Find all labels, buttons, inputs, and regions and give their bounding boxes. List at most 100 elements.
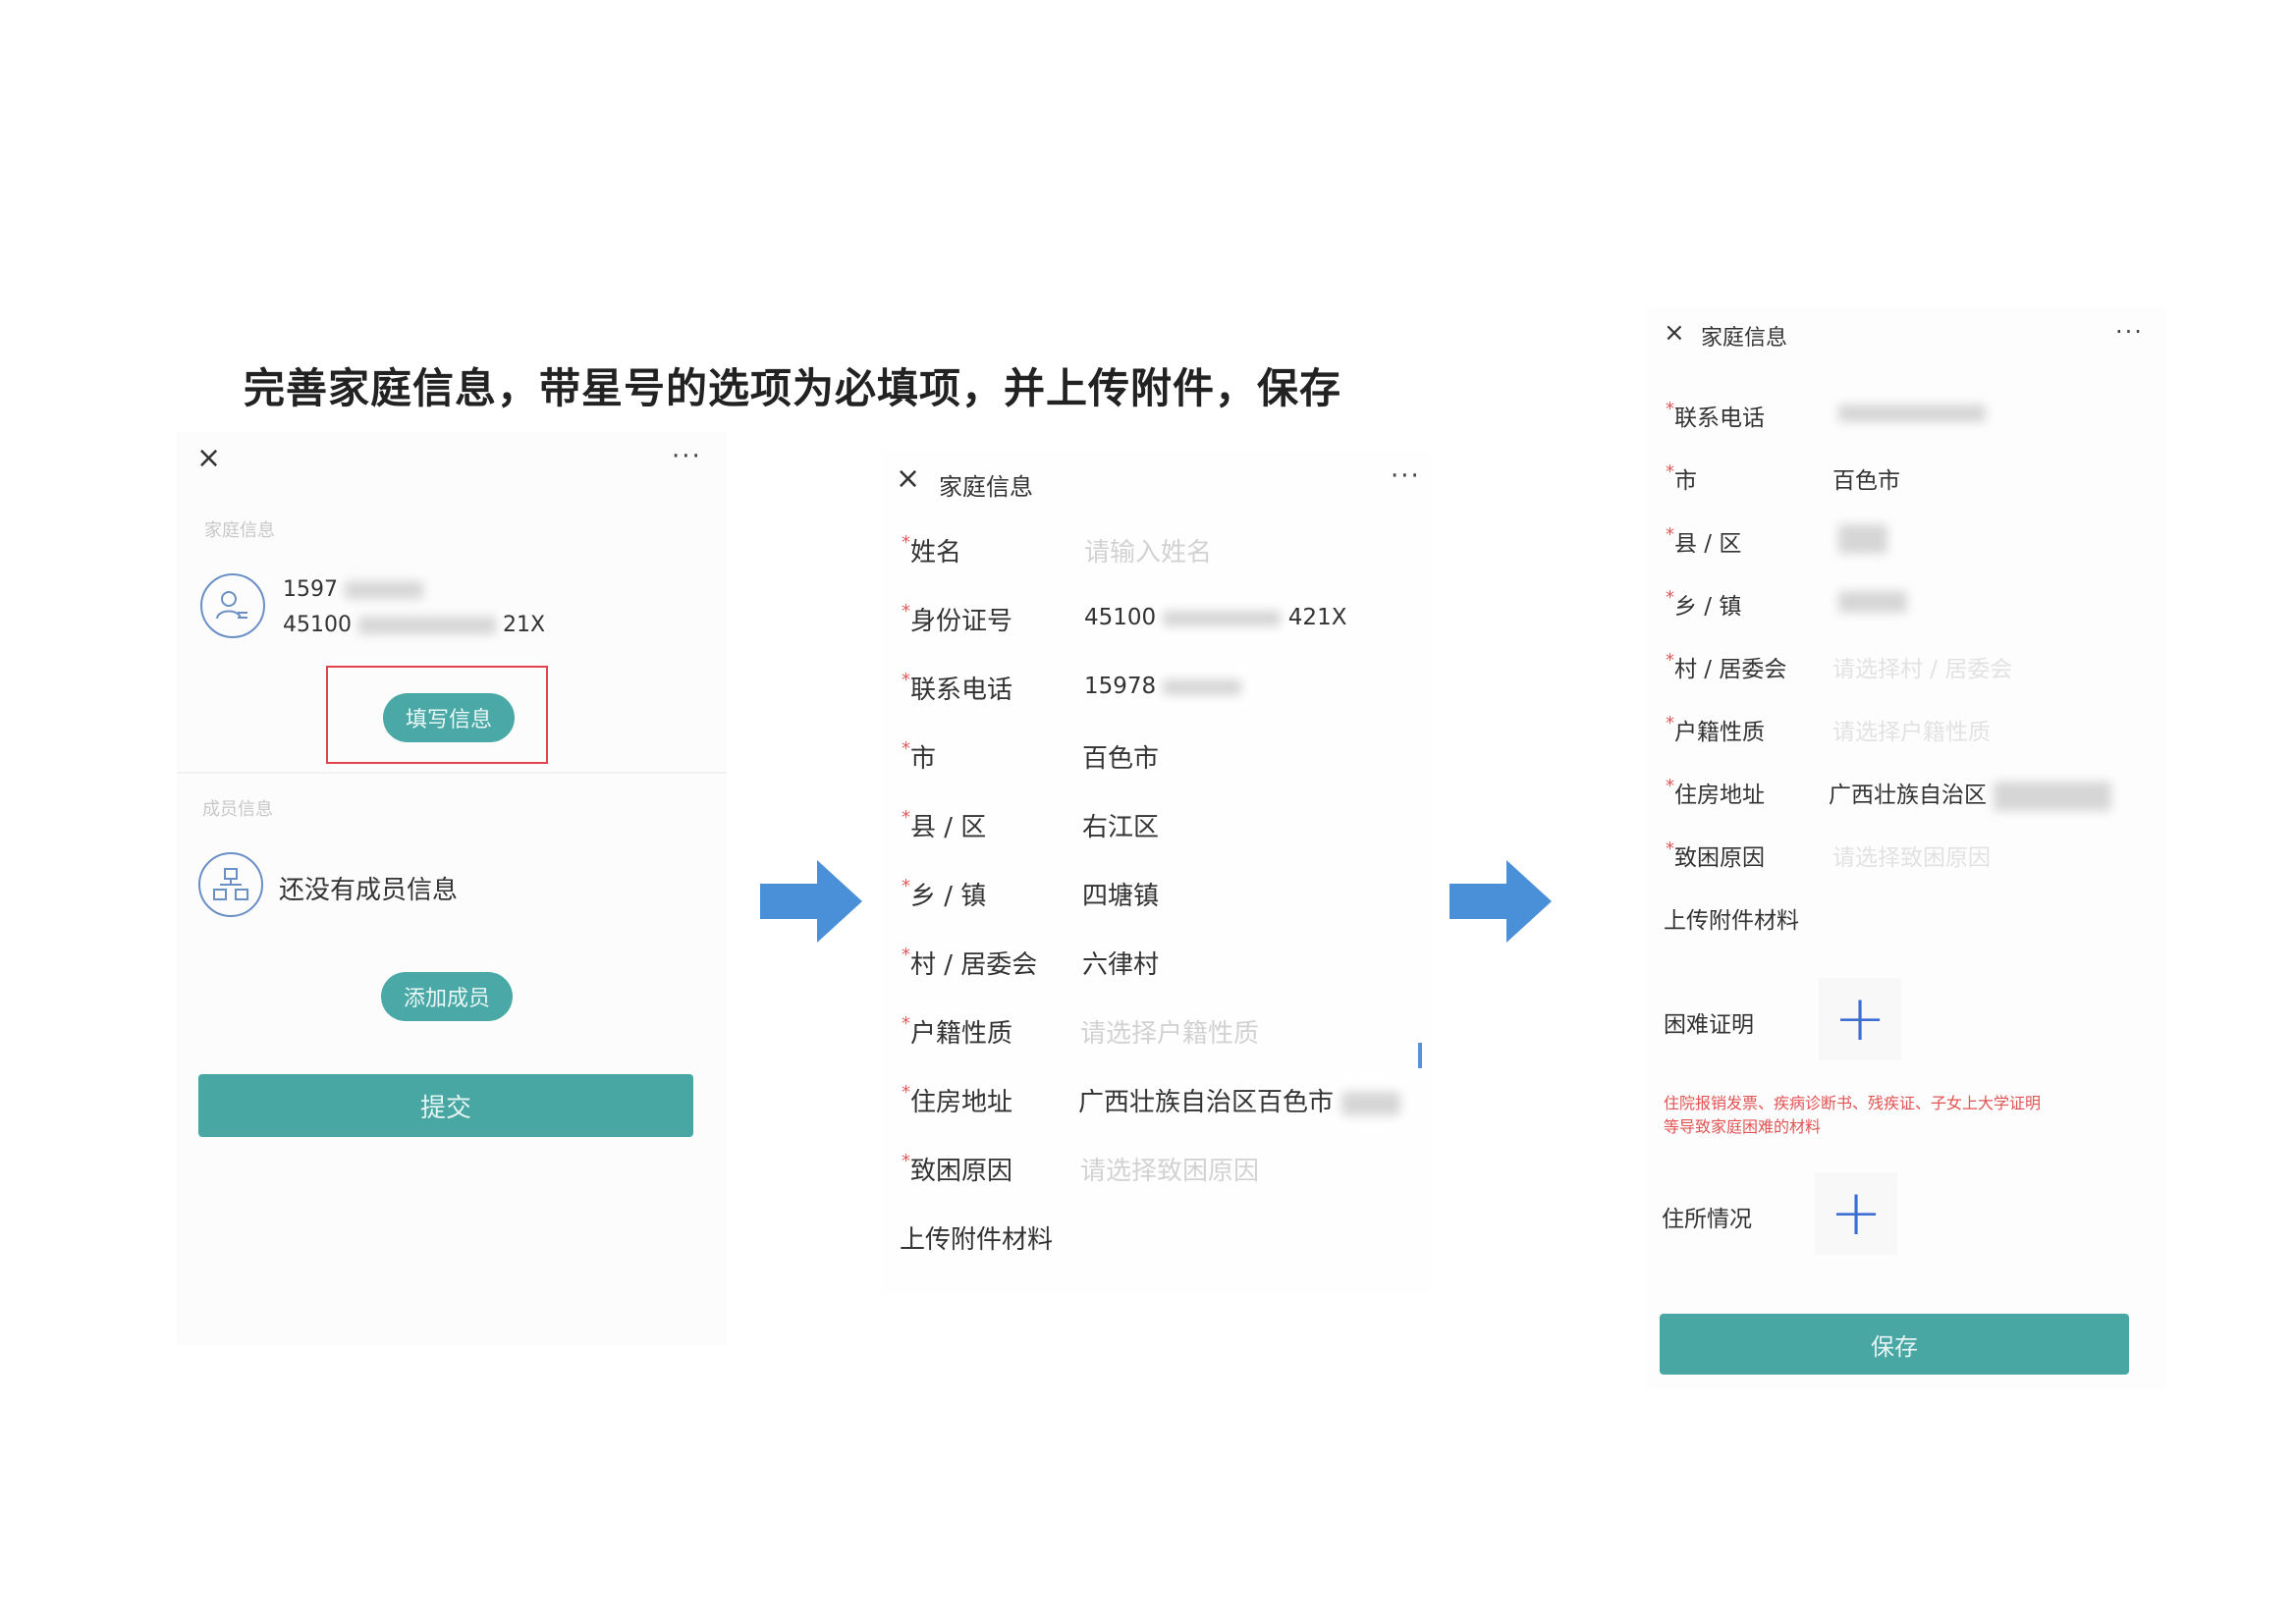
redacted-town (1838, 591, 1907, 613)
city-value[interactable]: 百色市 (1832, 461, 1900, 495)
field-poverty-cause[interactable]: *致困原因 请选择致困原因 (902, 1151, 1422, 1190)
field-label: *乡 / 镇 (902, 876, 987, 911)
redacted-id (1163, 610, 1282, 626)
id-number: 45100 21X (283, 613, 545, 637)
add-residence-button[interactable]: + (1815, 1172, 1897, 1255)
field-poverty-cause[interactable]: *致困原因 请选择致困原因 (1666, 839, 2157, 878)
no-members-text: 还没有成员信息 (279, 876, 459, 905)
field-label: *联系电话 (1666, 399, 1765, 431)
add-member-button[interactable]: 添加成员 (381, 972, 513, 1021)
field-label: *户籍性质 (902, 1013, 1013, 1049)
more-icon[interactable]: ··· (2115, 320, 2144, 344)
field-town[interactable]: *乡 / 镇 四塘镇 (902, 876, 1422, 915)
members-org-icon (198, 852, 263, 917)
upload-section-label: 上传附件材料 (900, 1225, 1054, 1255)
redacted-phone (345, 581, 423, 599)
household-type-select[interactable]: 请选择户籍性质 (1832, 713, 1991, 746)
field-town[interactable]: *乡 / 镇 (1666, 587, 2157, 626)
redacted-phone (1163, 678, 1242, 695)
poverty-cause-select[interactable]: 请选择致困原因 (1080, 1151, 1259, 1187)
difficulty-proof-label: 困难证明 (1664, 1012, 1754, 1038)
field-household-type[interactable]: *户籍性质 请选择户籍性质 (902, 1013, 1422, 1053)
page-title: 完善家庭信息，带星号的选项为必填项，并上传附件，保存 (244, 364, 1342, 412)
field-label: *致困原因 (1666, 839, 1765, 871)
field-village[interactable]: *村 / 居委会 六律村 (902, 945, 1422, 984)
attachment-hint-line: 住院报销发票、疾病诊断书、残疾证、子女上大学证明 (1664, 1094, 2042, 1112)
more-icon[interactable]: ··· (1391, 463, 1421, 489)
field-address[interactable]: *住房地址 广西壮族自治区百色市 (902, 1082, 1432, 1121)
fill-info-button[interactable]: 填写信息 (383, 693, 515, 742)
close-icon[interactable]: × (1664, 320, 1685, 346)
field-phone[interactable]: *联系电话 (1666, 399, 2157, 438)
user-card-icon (200, 573, 265, 638)
id-prefix: 45100 (283, 613, 352, 637)
field-village[interactable]: *村 / 居委会 请选择村 / 居委会 (1666, 650, 2157, 689)
close-icon[interactable]: × (896, 464, 920, 494)
field-label: *联系电话 (902, 670, 1013, 705)
town-value[interactable]: 四塘镇 (1082, 876, 1159, 912)
add-difficulty-proof-button[interactable]: + (1819, 978, 1901, 1060)
upload-section-label: 上传附件材料 (1664, 908, 1799, 934)
field-city[interactable]: *市 百色市 (1666, 461, 2157, 501)
field-label: *县 / 区 (1666, 524, 1742, 557)
scroll-indicator (1418, 1043, 1422, 1068)
household-type-select[interactable]: 请选择户籍性质 (1080, 1013, 1259, 1050)
field-label: *市 (1666, 461, 1697, 494)
field-label: *姓名 (902, 532, 962, 568)
close-icon[interactable]: × (196, 444, 221, 473)
divider (177, 772, 727, 774)
field-label: *村 / 居委会 (902, 945, 1038, 980)
address-value[interactable]: 广西壮族自治区 (1829, 776, 2112, 811)
field-household-type[interactable]: *户籍性质 请选择户籍性质 (1666, 713, 2157, 752)
next-step-arrow (760, 860, 862, 943)
field-label: *身份证号 (902, 601, 1013, 636)
field-label: *乡 / 镇 (1666, 587, 1742, 620)
redacted-county (1838, 524, 1887, 554)
field-county[interactable]: *县 / 区 右江区 (902, 807, 1422, 846)
name-input[interactable]: 请输入姓名 (1084, 532, 1212, 568)
field-phone[interactable]: *联系电话 15978 (902, 670, 1422, 709)
address-value[interactable]: 广西壮族自治区百色市 (1078, 1082, 1401, 1118)
attachment-hint-line: 等导致家庭困难的材料 (1664, 1117, 1822, 1136)
redacted-id (358, 617, 496, 634)
field-label: *县 / 区 (902, 807, 987, 842)
phone-prefix: 1597 (283, 577, 338, 602)
more-icon[interactable]: ··· (672, 444, 702, 469)
field-label: *致困原因 (902, 1151, 1013, 1186)
next-step-arrow (1449, 860, 1552, 943)
redacted-phone (1838, 405, 1986, 422)
submit-button[interactable]: 提交 (198, 1074, 693, 1137)
attachment-hint: 住院报销发票、疾病诊断书、残疾证、子女上大学证明 等导致家庭困难的材料 (1664, 1092, 2041, 1139)
id-value[interactable]: 45100 421X (1084, 605, 1346, 630)
county-value[interactable]: 右江区 (1082, 807, 1159, 843)
village-value[interactable]: 六律村 (1082, 945, 1159, 981)
field-label: *住房地址 (902, 1082, 1013, 1117)
form-title: 家庭信息 (1701, 326, 1788, 351)
phone-value[interactable]: 15978 (1084, 674, 1242, 699)
field-label: *市 (902, 738, 937, 774)
plus-icon: + (1833, 983, 1886, 1055)
redacted-address (1341, 1091, 1401, 1115)
field-name[interactable]: *姓名 请输入姓名 (902, 532, 1422, 571)
id-suffix: 21X (503, 613, 546, 637)
city-value[interactable]: 百色市 (1082, 738, 1159, 775)
save-button[interactable]: 保存 (1660, 1314, 2129, 1375)
field-label: *村 / 居委会 (1666, 650, 1787, 682)
form-title: 家庭信息 (939, 473, 1033, 501)
field-id-number[interactable]: *身份证号 45100 421X (902, 601, 1422, 640)
field-address[interactable]: *住房地址 广西壮族自治区 (1666, 776, 2157, 815)
redacted-address (1994, 781, 2112, 811)
phone-number: 1597 (283, 577, 423, 602)
village-select[interactable]: 请选择村 / 居委会 (1832, 650, 2012, 683)
upload-section-heading: 上传附件材料 (900, 1219, 1292, 1259)
residence-label: 住所情况 (1662, 1207, 1752, 1232)
field-city[interactable]: *市 百色市 (902, 738, 1422, 778)
poverty-cause-select[interactable]: 请选择致困原因 (1832, 839, 1991, 872)
upload-section-heading: 上传附件材料 (1664, 901, 2056, 941)
section-members-label: 成员信息 (202, 799, 273, 820)
field-county[interactable]: *县 / 区 (1666, 524, 2157, 564)
field-label: *住房地址 (1666, 776, 1765, 808)
field-label: *户籍性质 (1666, 713, 1765, 745)
section-family-label: 家庭信息 (204, 520, 275, 541)
plus-icon: + (1830, 1177, 1883, 1250)
